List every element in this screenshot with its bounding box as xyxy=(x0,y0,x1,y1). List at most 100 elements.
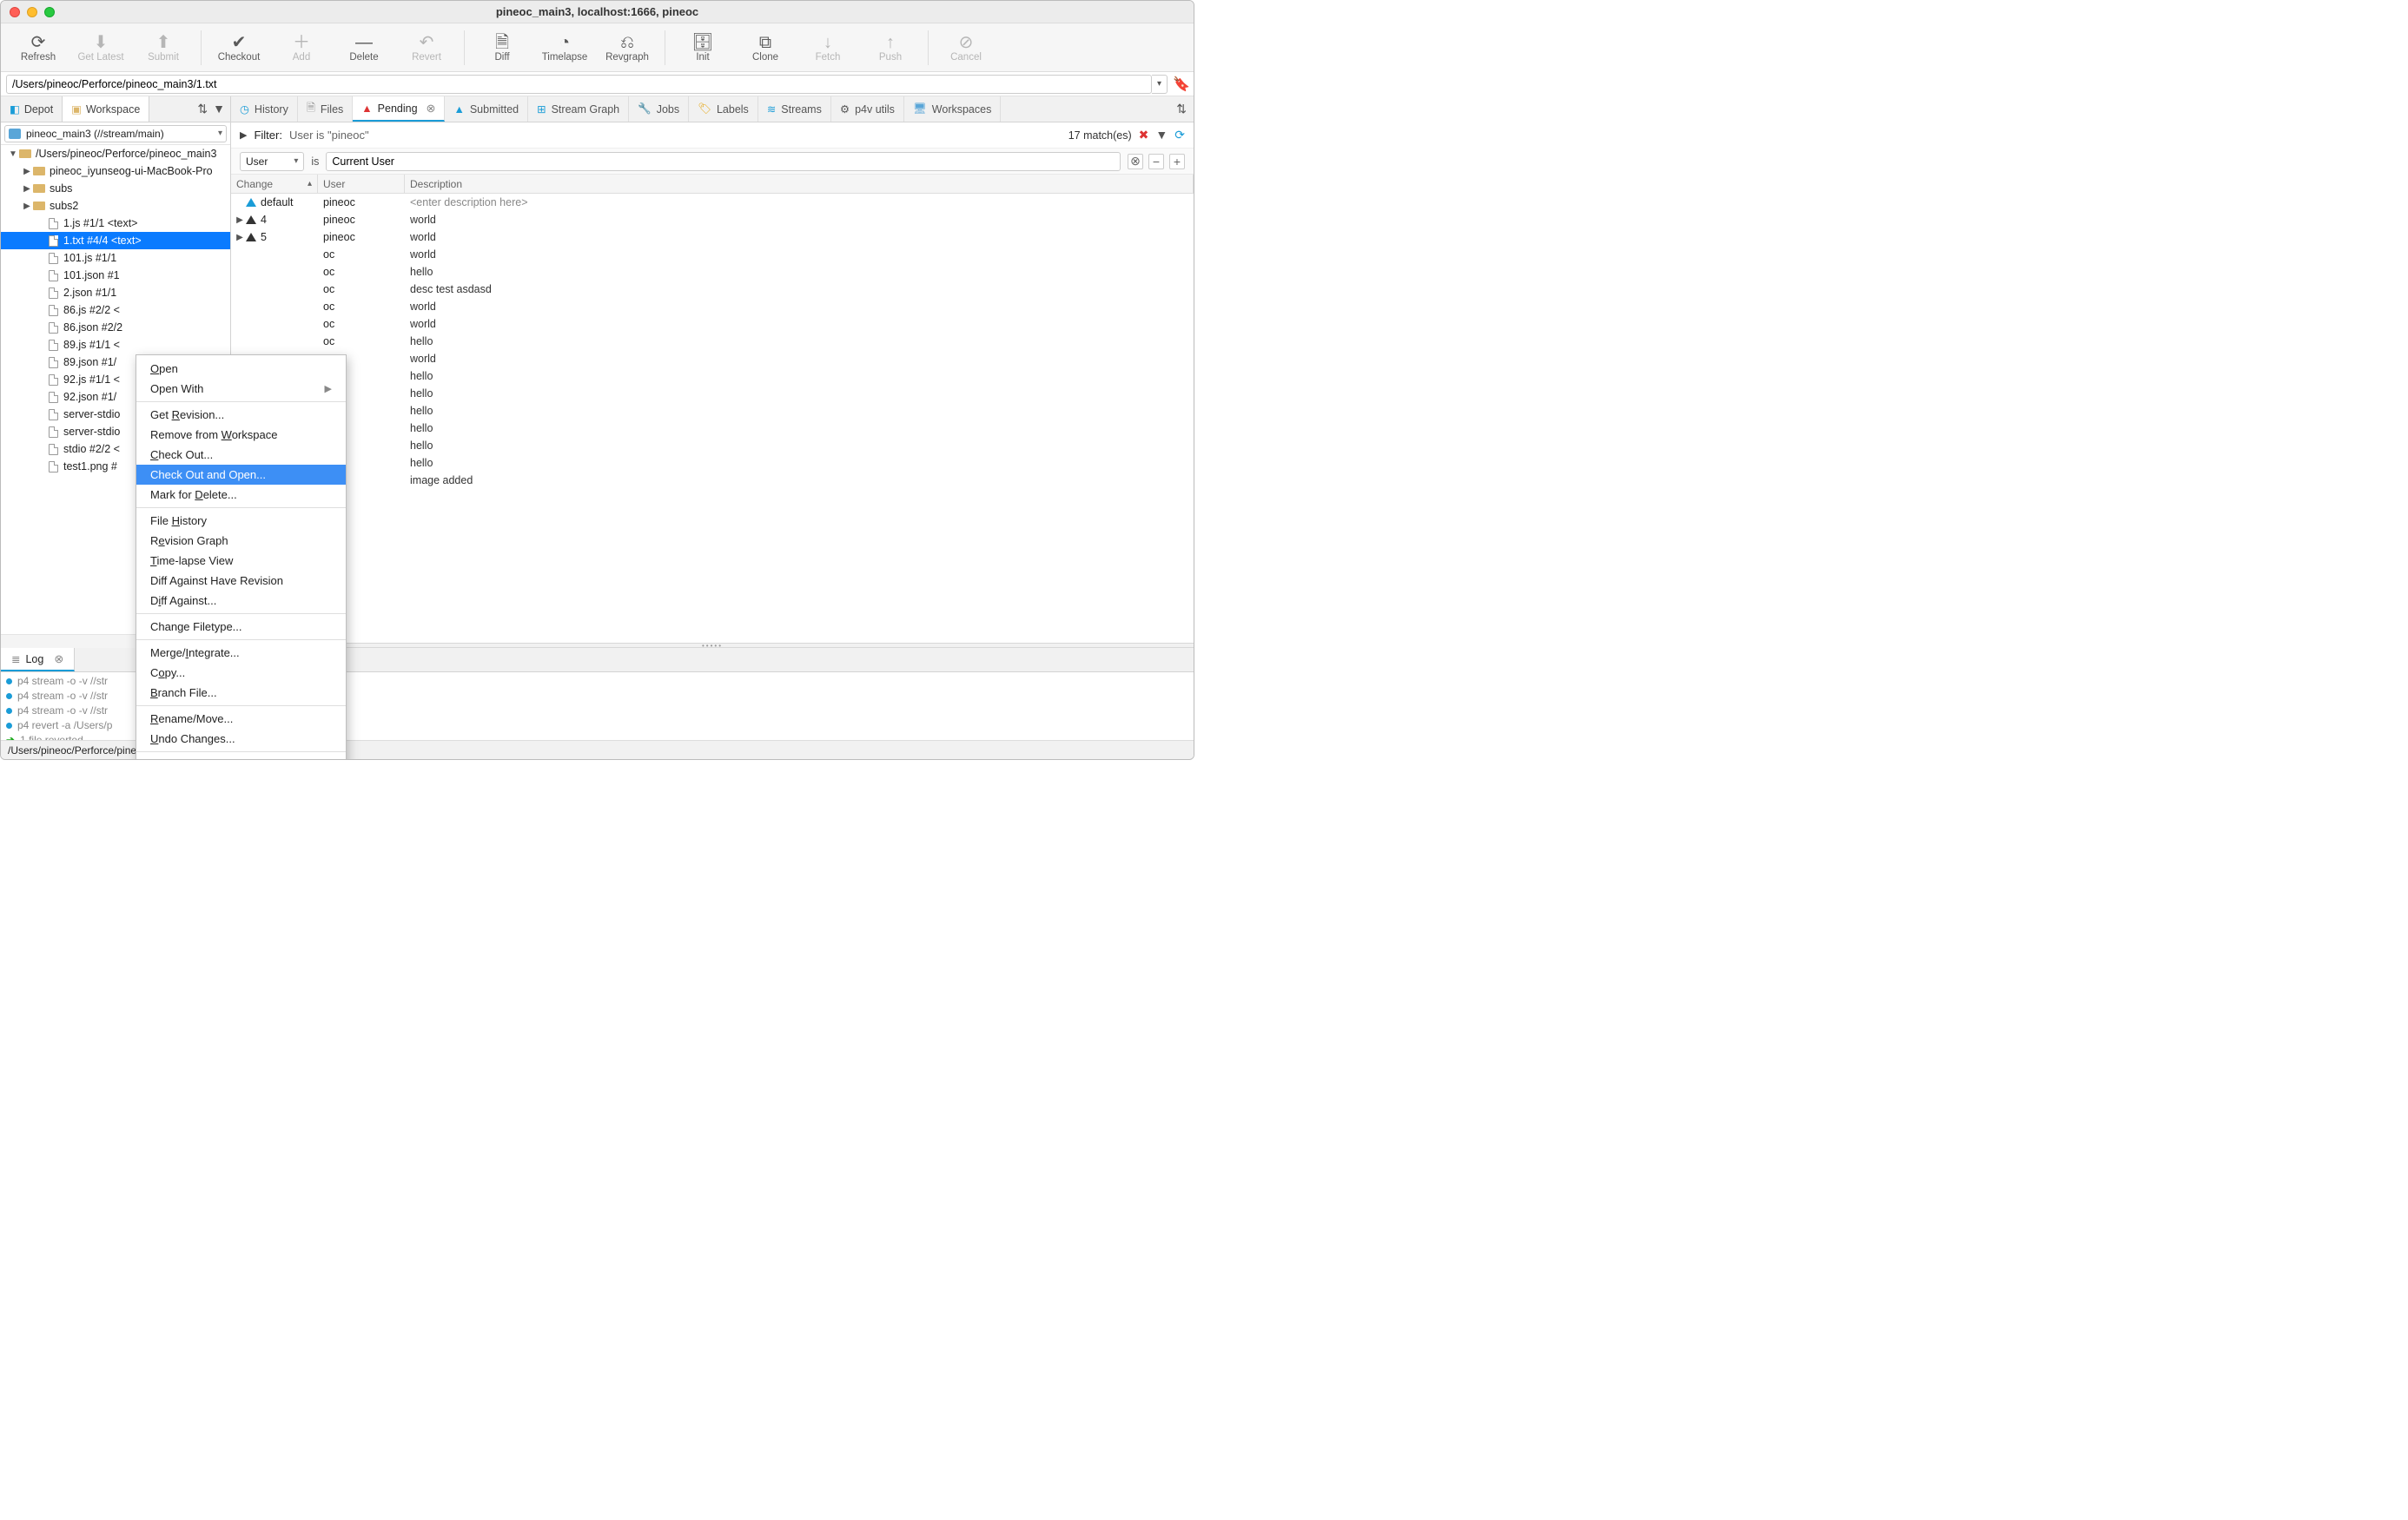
table-row[interactable]: ochello xyxy=(231,454,1194,472)
tree-folder[interactable]: ▶pineoc_iyunseog-ui-MacBook-Pro xyxy=(1,162,230,180)
table-row[interactable]: ochello xyxy=(231,367,1194,385)
tree-file[interactable]: 86.json #2/2 xyxy=(1,319,230,336)
column-description[interactable]: Description xyxy=(405,175,1194,193)
condition-value-input[interactable] xyxy=(326,152,1121,171)
table-row[interactable]: ocworld xyxy=(231,315,1194,333)
tab-history[interactable]: ◷History xyxy=(231,96,298,122)
menu-item[interactable]: Time-lapse View xyxy=(136,551,346,571)
table-row[interactable]: ochello xyxy=(231,420,1194,437)
cancel-button[interactable]: ⊘Cancel xyxy=(936,27,996,69)
menu-item[interactable]: Diff Against Have Revision xyxy=(136,571,346,591)
tab-log-close-icon[interactable]: ⊗ xyxy=(54,652,63,666)
table-row[interactable]: ocworld xyxy=(231,298,1194,315)
init-button[interactable]: 🗄Init xyxy=(672,27,733,69)
table-row[interactable]: ocworld xyxy=(231,246,1194,263)
clone-button[interactable]: ⧉Clone xyxy=(735,27,796,69)
table-row[interactable]: ocimage added xyxy=(231,472,1194,489)
refresh-button[interactable]: ⟳Refresh xyxy=(8,27,69,69)
tree-file[interactable]: 101.json #1 xyxy=(1,267,230,284)
tree-file[interactable]: 2.json #1/1 xyxy=(1,284,230,301)
fetch-button[interactable]: ↓Fetch xyxy=(797,27,858,69)
add-condition-icon[interactable]: + xyxy=(1169,154,1185,169)
revgraph-button[interactable]: ⎌Revgraph xyxy=(597,27,658,69)
checkout-button[interactable]: ✔Checkout xyxy=(208,27,269,69)
menu-item[interactable]: Get Revision... xyxy=(136,405,346,425)
clear-condition-icon[interactable]: ⊗ xyxy=(1128,154,1143,169)
menu-item[interactable]: Undo Changes... xyxy=(136,729,346,749)
condition-field-select[interactable]: User▾ xyxy=(240,152,304,171)
submit-button[interactable]: ⬆Submit xyxy=(133,27,194,69)
revert-button[interactable]: ↶Revert xyxy=(396,27,457,69)
timelapse-button[interactable]: ◔Timelapse xyxy=(534,27,595,69)
row-expand-icon[interactable]: ▶ xyxy=(235,233,245,242)
tab-p4vutils[interactable]: ⚙p4v utils xyxy=(831,96,904,122)
tab-streams[interactable]: ≋Streams xyxy=(758,96,831,122)
tab-pending[interactable]: ▲Pending⊗ xyxy=(353,96,445,122)
tree-expand-icon[interactable]: ▶ xyxy=(22,202,32,211)
tree-expand-icon[interactable]: ▶ xyxy=(22,184,32,194)
table-row[interactable]: ochello xyxy=(231,333,1194,350)
menu-item[interactable]: Diff Against... xyxy=(136,591,346,611)
right-sort-icon[interactable]: ⇅ xyxy=(1176,102,1194,116)
path-input[interactable] xyxy=(6,75,1152,94)
tab-close-icon[interactable]: ⊗ xyxy=(427,102,436,116)
filter-funnel-icon[interactable]: ▼ xyxy=(1155,128,1168,142)
changelist-table[interactable]: defaultpineoc<enter description here>▶4p… xyxy=(231,194,1194,643)
tab-workspaces[interactable]: 🖥Workspaces xyxy=(904,96,1001,122)
column-user[interactable]: User xyxy=(318,175,405,193)
workspace-combo[interactable]: pineoc_main3 (//stream/main) ▾ xyxy=(1,122,230,145)
menu-item[interactable]: Branch File... xyxy=(136,683,346,703)
row-expand-icon[interactable]: ▶ xyxy=(235,215,245,225)
filter-icon[interactable]: ▼ xyxy=(213,102,225,116)
table-row[interactable]: ▶4pineocworld xyxy=(231,211,1194,228)
tree-folder[interactable]: ▶subs xyxy=(1,180,230,197)
menu-item[interactable]: Change Filetype... xyxy=(136,617,346,637)
menu-item[interactable]: Check Out... xyxy=(136,445,346,465)
tab-workspace[interactable]: ▣ Workspace xyxy=(63,96,149,122)
tab-jobs[interactable]: 🔧Jobs xyxy=(629,96,689,122)
menu-item[interactable]: Label... xyxy=(136,755,346,760)
menu-item[interactable]: Rename/Move... xyxy=(136,709,346,729)
menu-item[interactable]: Mark for Delete... xyxy=(136,485,346,505)
column-change[interactable]: Change▴ xyxy=(231,175,318,193)
tree-file[interactable]: 1.js #1/1 <text> xyxy=(1,215,230,232)
table-row[interactable]: ochello xyxy=(231,263,1194,281)
filter-expand-icon[interactable]: ▶ xyxy=(240,129,247,141)
clear-filter-icon[interactable]: ✖ xyxy=(1139,128,1149,142)
table-row[interactable]: ocworld xyxy=(231,350,1194,367)
bookmark-icon[interactable]: 🔖 xyxy=(1173,76,1188,93)
tab-log[interactable]: ≣ Log ⊗ xyxy=(1,648,75,671)
menu-item[interactable]: Remove from Workspace xyxy=(136,425,346,445)
tree-folder[interactable]: ▼/Users/pineoc/Perforce/pineoc_main3 xyxy=(1,145,230,162)
menu-item[interactable]: Open xyxy=(136,359,346,379)
table-row[interactable]: ▶5pineocworld xyxy=(231,228,1194,246)
menu-item[interactable]: Revision Graph xyxy=(136,531,346,551)
table-row[interactable]: ochello xyxy=(231,385,1194,402)
push-button[interactable]: ↑Push xyxy=(860,27,921,69)
menu-item[interactable]: Open With▶ xyxy=(136,379,346,399)
delete-button[interactable]: —Delete xyxy=(334,27,394,69)
menu-item[interactable]: File History xyxy=(136,511,346,531)
tab-streamgraph[interactable]: ⊞Stream Graph xyxy=(528,96,629,122)
table-row[interactable]: defaultpineoc<enter description here> xyxy=(231,194,1194,211)
tree-file[interactable]: 1.txt #4/4 <text> xyxy=(1,232,230,249)
tab-submitted[interactable]: ▲Submitted xyxy=(445,96,528,122)
tree-expand-icon[interactable]: ▶ xyxy=(22,167,32,176)
horizontal-splitter[interactable]: ••••• xyxy=(231,643,1194,648)
tree-file[interactable]: 101.js #1/1 xyxy=(1,249,230,267)
tree-file[interactable]: 89.js #1/1 < xyxy=(1,336,230,354)
refresh-filter-icon[interactable]: ⟳ xyxy=(1174,128,1185,142)
get-latest-button[interactable]: ⬇Get Latest xyxy=(70,27,131,69)
table-row[interactable]: ochello xyxy=(231,437,1194,454)
add-button[interactable]: ＋Add xyxy=(271,27,332,69)
table-row[interactable]: ocdesc test asdasd xyxy=(231,281,1194,298)
diff-button[interactable]: 🗎Diff xyxy=(472,27,533,69)
menu-item[interactable]: Copy... xyxy=(136,663,346,683)
table-row[interactable]: ochello xyxy=(231,402,1194,420)
menu-item[interactable]: Check Out and Open... xyxy=(136,465,346,485)
tree-folder[interactable]: ▶subs2 xyxy=(1,197,230,215)
tree-file[interactable]: 86.js #2/2 < xyxy=(1,301,230,319)
tab-depot[interactable]: ◧ Depot xyxy=(1,96,63,122)
menu-item[interactable]: Merge/Integrate... xyxy=(136,643,346,663)
path-dropdown-button[interactable]: ▾ xyxy=(1152,75,1168,94)
